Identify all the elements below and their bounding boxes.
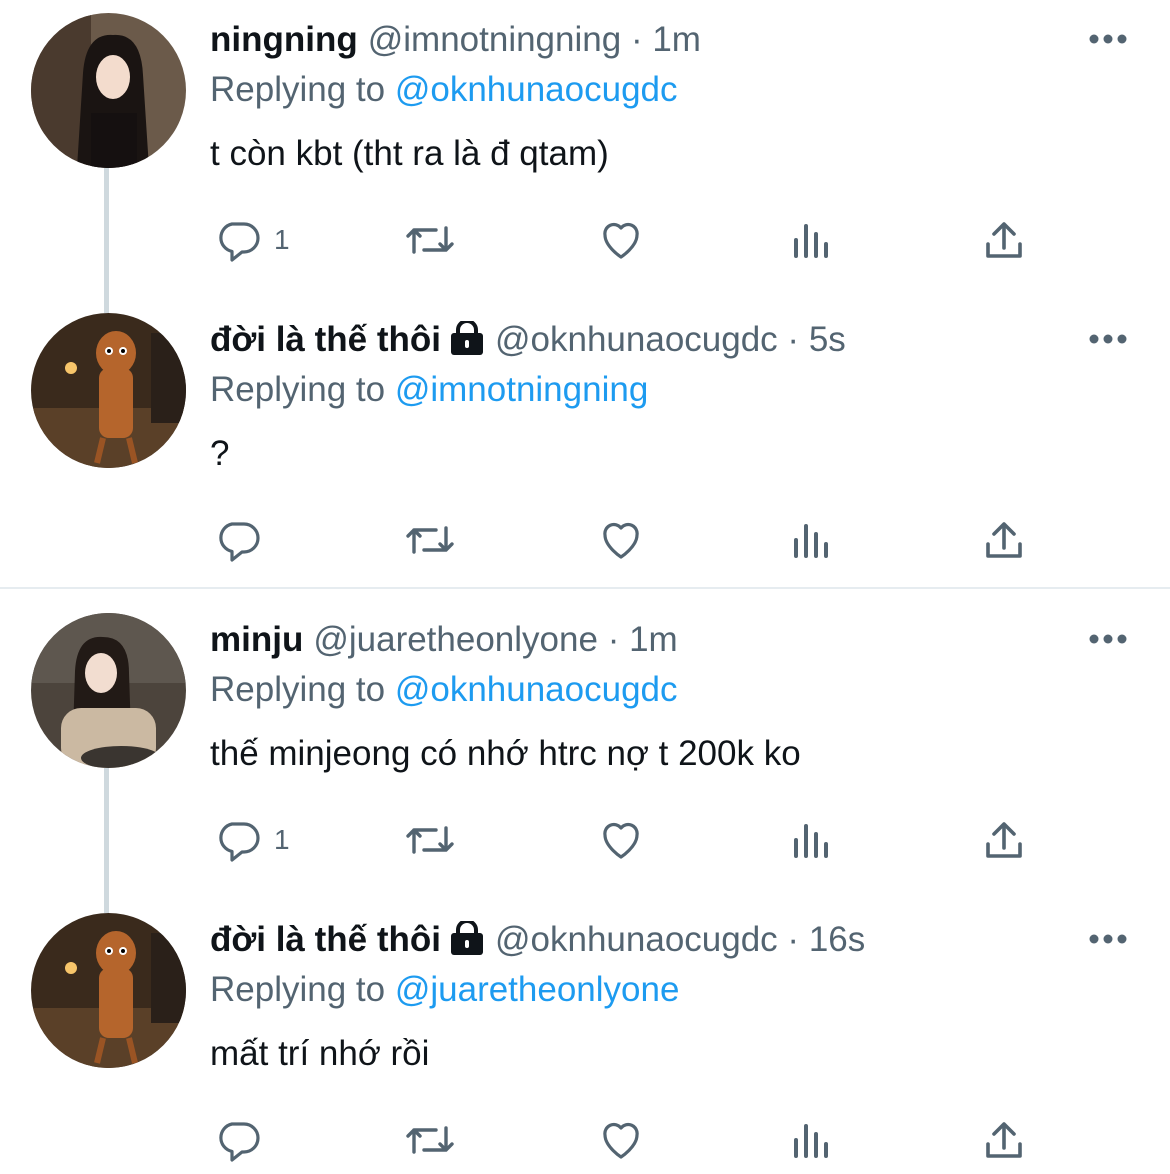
replying-to: Replying to @juaretheonlyone <box>210 968 679 1012</box>
heart-icon <box>603 222 639 259</box>
retweet-button[interactable] <box>402 810 458 870</box>
replying-to: Replying to @imnotningning <box>210 368 648 412</box>
retweet-icon <box>406 1126 454 1154</box>
user-handle[interactable]: @oknhunaocugdc <box>495 920 778 959</box>
tweet-text: ? <box>210 434 230 473</box>
reply-icon <box>219 822 260 862</box>
separator: · <box>787 320 800 359</box>
like-button[interactable] <box>597 1110 645 1170</box>
share-icon <box>986 1122 1022 1158</box>
views-button[interactable] <box>790 510 834 570</box>
replying-mention[interactable]: @oknhunaocugdc <box>395 70 678 109</box>
views-button[interactable] <box>790 210 834 270</box>
avatar[interactable] <box>31 313 186 468</box>
tweet-header: đời là thế thôi @oknhunaocugdc · 5s <box>210 318 846 366</box>
lock-icon <box>449 319 485 366</box>
display-name[interactable]: ningning <box>210 20 358 59</box>
analytics-icon <box>794 224 828 258</box>
timestamp[interactable]: 16s <box>809 920 865 959</box>
replying-label: Replying to <box>210 970 395 1009</box>
share-button[interactable] <box>982 510 1026 570</box>
display-name[interactable]: đời là thế thôi <box>210 320 441 359</box>
reply-icon <box>219 522 260 562</box>
views-button[interactable] <box>790 1110 834 1170</box>
replying-label: Replying to <box>210 670 395 709</box>
retweet-button[interactable] <box>402 510 458 570</box>
replying-mention[interactable]: @imnotningning <box>395 370 648 409</box>
timestamp[interactable]: 1m <box>629 620 678 659</box>
tweet[interactable]: ningning @imnotningning · 1m Replying to … <box>0 0 1170 313</box>
avatar[interactable] <box>31 913 186 1068</box>
analytics-icon <box>794 824 828 858</box>
user-handle[interactable]: @imnotningning <box>368 20 621 59</box>
tweet-header: minju @juaretheonlyone · 1m <box>210 618 678 662</box>
separator: · <box>607 620 620 659</box>
share-icon <box>986 222 1022 258</box>
avatar[interactable] <box>31 613 186 768</box>
separator: · <box>787 920 800 959</box>
more-options-icon[interactable] <box>1088 24 1128 54</box>
heart-icon <box>603 1122 639 1159</box>
tweet-header: ningning @imnotningning · 1m <box>210 18 701 62</box>
lock-icon <box>449 919 485 966</box>
retweet-icon <box>406 826 454 854</box>
tweet-text: thế minjeong có nhớ htrc nợ t 200k ko <box>210 734 801 773</box>
action-bar: 1 <box>0 210 1170 270</box>
analytics-icon <box>794 524 828 558</box>
reply-button[interactable]: 1 <box>214 810 290 870</box>
tweet[interactable]: đời là thế thôi @oknhunaocugdc · 16s Repl… <box>0 900 1170 1174</box>
replying-label: Replying to <box>210 370 395 409</box>
replying-label: Replying to <box>210 70 395 109</box>
share-button[interactable] <box>982 210 1026 270</box>
timestamp[interactable]: 5s <box>809 320 846 359</box>
share-button[interactable] <box>982 810 1026 870</box>
action-bar <box>0 1110 1170 1170</box>
reply-icon <box>219 222 260 262</box>
like-button[interactable] <box>597 510 645 570</box>
user-handle[interactable]: @oknhunaocugdc <box>495 320 778 359</box>
retweet-icon <box>406 226 454 254</box>
replying-mention[interactable]: @oknhunaocugdc <box>395 670 678 709</box>
display-name[interactable]: minju <box>210 620 303 659</box>
like-button[interactable] <box>597 210 645 270</box>
replying-to: Replying to @oknhunaocugdc <box>210 668 678 712</box>
tweet-text: mất trí nhớ rồi <box>210 1034 430 1073</box>
reply-count: 1 <box>274 824 290 855</box>
replying-to: Replying to @oknhunaocugdc <box>210 68 678 112</box>
timestamp[interactable]: 1m <box>652 20 701 59</box>
action-bar: 1 <box>0 810 1170 870</box>
reply-button[interactable] <box>214 1110 274 1170</box>
more-options-icon[interactable] <box>1088 924 1128 954</box>
reply-count: 1 <box>274 224 290 255</box>
tweet-header: đời là thế thôi @oknhunaocugdc · 16s <box>210 918 865 966</box>
retweet-icon <box>406 526 454 554</box>
more-options-icon[interactable] <box>1088 624 1128 654</box>
retweet-button[interactable] <box>402 210 458 270</box>
reply-button[interactable]: 1 <box>214 210 290 270</box>
share-icon <box>986 822 1022 858</box>
avatar[interactable] <box>31 13 186 168</box>
share-button[interactable] <box>982 1110 1026 1170</box>
display-name[interactable]: đời là thế thôi <box>210 920 441 959</box>
views-button[interactable] <box>790 810 834 870</box>
tweet[interactable]: minju @juaretheonlyone · 1m Replying to @… <box>0 600 1170 913</box>
replying-mention[interactable]: @juaretheonlyone <box>395 970 680 1009</box>
retweet-button[interactable] <box>402 1110 458 1170</box>
heart-icon <box>603 522 639 559</box>
heart-icon <box>603 822 639 859</box>
separator: · <box>630 20 643 59</box>
tweet-text: t còn kbt (tht ra là đ qtam) <box>210 134 609 173</box>
more-options-icon[interactable] <box>1088 324 1128 354</box>
user-handle[interactable]: @juaretheonlyone <box>313 620 598 659</box>
action-bar <box>0 510 1170 570</box>
like-button[interactable] <box>597 810 645 870</box>
reply-icon <box>219 1122 260 1162</box>
reply-button[interactable] <box>214 510 274 570</box>
share-icon <box>986 522 1022 558</box>
tweet[interactable]: đời là thế thôi @oknhunaocugdc · 5s Reply… <box>0 300 1170 600</box>
analytics-icon <box>794 1124 828 1158</box>
